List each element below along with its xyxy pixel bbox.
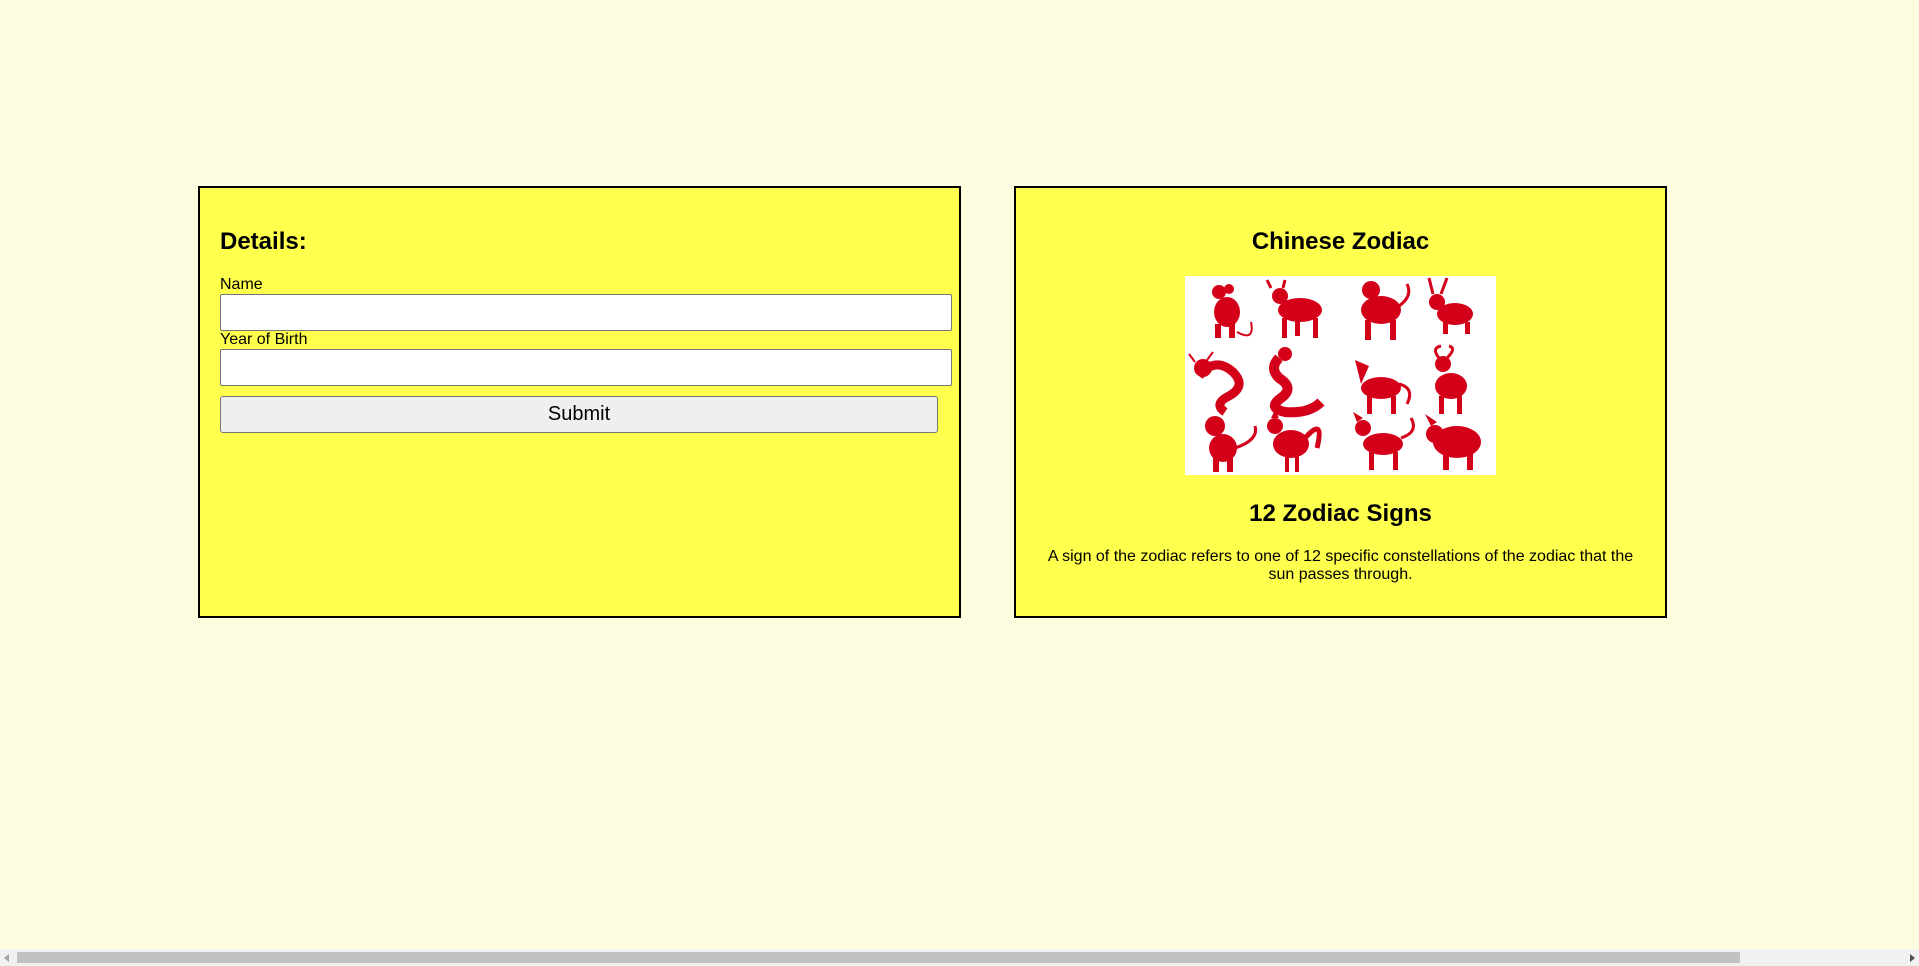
scroll-right-arrow-icon[interactable] — [1910, 954, 1915, 962]
ox-figure — [1265, 279, 1322, 338]
goat-figure — [1434, 344, 1467, 414]
details-title: Details: — [220, 228, 307, 255]
tiger-figure — [1361, 281, 1411, 340]
rooster-figure — [1267, 410, 1322, 472]
snake-figure — [1269, 347, 1325, 418]
zodiac-signs-description: A sign of the zodiac refers to one of 12… — [1047, 548, 1634, 583]
dog-figure — [1353, 412, 1415, 470]
zodiac-animals-image — [1185, 276, 1496, 475]
pig-figure — [1425, 414, 1481, 470]
name-input[interactable] — [220, 294, 952, 331]
horse-figure — [1355, 360, 1412, 414]
rat-figure — [1212, 284, 1253, 338]
zodiac-signs-title: 12 Zodiac Signs — [1249, 500, 1432, 527]
scroll-left-arrow-icon[interactable] — [4, 954, 9, 962]
scrollbar-thumb[interactable] — [17, 952, 1740, 963]
details-panel: Details: Name Year of Birth Submit — [198, 186, 961, 618]
monkey-figure — [1205, 416, 1258, 472]
year-of-birth-input[interactable] — [220, 349, 952, 386]
rabbit-figure — [1427, 277, 1473, 334]
horizontal-scrollbar[interactable] — [0, 949, 1919, 966]
dragon-figure — [1188, 351, 1244, 416]
zodiac-title: Chinese Zodiac — [1251, 228, 1430, 255]
year-of-birth-label: Year of Birth — [220, 331, 308, 348]
name-label: Name — [220, 276, 263, 293]
submit-button[interactable]: Submit — [220, 396, 938, 433]
zodiac-panel: Chinese Zodiac 12 Zodiac Signs A sign of… — [1014, 186, 1667, 618]
